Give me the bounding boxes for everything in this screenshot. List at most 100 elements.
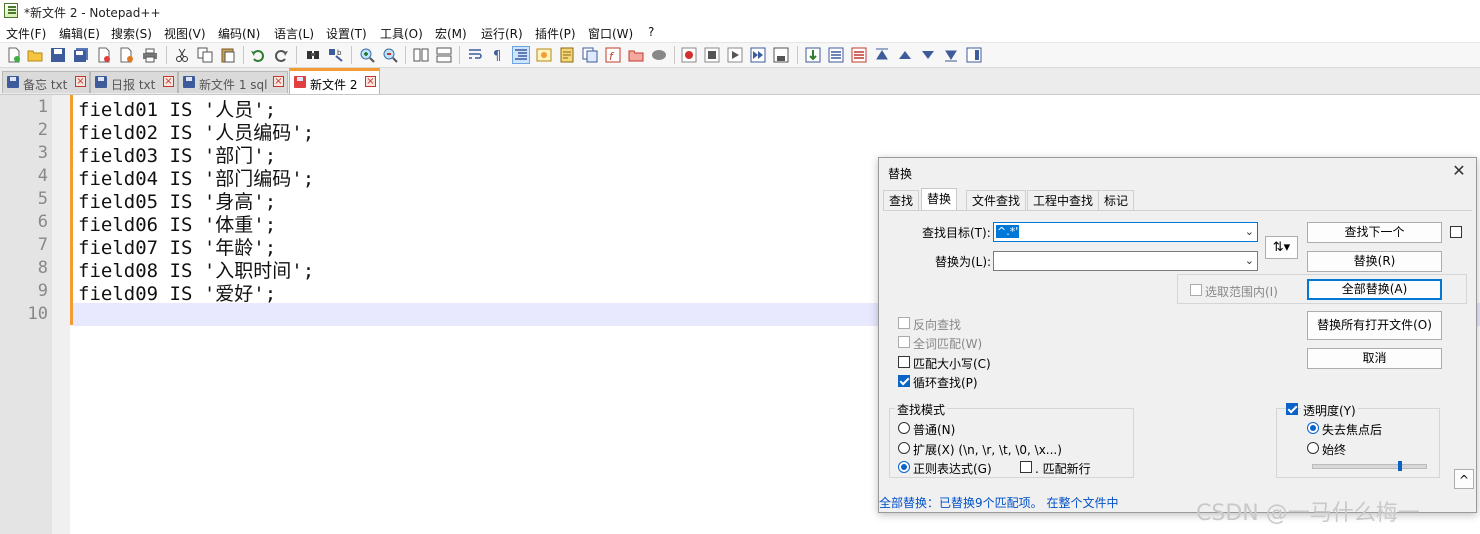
slider-thumb[interactable] [1398,461,1402,471]
close-icon[interactable]: × [365,76,376,87]
find-next-option-checkbox[interactable] [1450,226,1462,238]
tab-daily-report[interactable]: 日报 txt × [90,71,178,93]
whole-word-checkbox[interactable] [898,336,910,348]
menu-edit[interactable]: 编辑(E) [59,25,100,42]
menu-window[interactable]: 窗口(W) [588,25,633,42]
tab-new-file-1[interactable]: 新文件 1 sql × [178,71,288,93]
close-icon[interactable]: ✕ [1451,163,1467,179]
chevron-down-icon[interactable]: ⌄ [1245,254,1254,267]
open-file-icon[interactable] [27,47,43,63]
navigation-bar-icon[interactable] [966,47,982,63]
tab-replace[interactable]: 替换 [921,188,958,211]
mode-extended-radio[interactable] [898,442,910,454]
tab-memo[interactable]: 备忘 txt × [2,71,90,93]
zoom-in-icon[interactable] [359,47,375,63]
tab-find-in-files[interactable]: 文件查找 [966,190,1027,210]
record-macro-icon[interactable] [681,47,697,63]
save-all-icon[interactable] [73,47,89,63]
new-file-icon[interactable] [6,47,22,63]
tab-label: 备忘 txt [23,78,68,92]
clear-compare-icon[interactable] [851,47,867,63]
tab-new-file-2[interactable]: 新文件 2 × [289,68,380,94]
cut-icon[interactable] [174,47,190,63]
print-icon[interactable] [142,47,158,63]
wrap-around-checkbox[interactable] [898,375,910,387]
in-selection-checkbox[interactable] [1190,284,1202,296]
code-line[interactable]: field09 IS '爱好'; [78,279,276,306]
doc-list-icon[interactable] [582,47,598,63]
close-icon[interactable]: × [163,76,174,87]
transparency-always-label: 始终 [1322,443,1347,457]
menu-language[interactable]: 语言(L) [274,25,314,42]
svg-text:b: b [337,49,342,57]
indent-guide-icon[interactable] [512,46,530,64]
menu-plugins[interactable]: 插件(P) [535,25,576,42]
save-macro-icon[interactable] [773,47,789,63]
menu-run[interactable]: 运行(R) [481,25,523,42]
close-file-icon[interactable] [96,47,112,63]
menu-settings[interactable]: 设置(T) [326,25,367,42]
menu-view[interactable]: 视图(V) [164,25,206,42]
close-all-icon[interactable] [119,47,135,63]
swap-find-replace-button[interactable]: ⇅▾ [1265,236,1298,259]
show-all-chars-icon[interactable]: ¶ [490,47,506,63]
mode-normal-radio[interactable] [898,422,910,434]
replace-input[interactable]: ⌄ [993,251,1258,271]
collapse-dialog-button[interactable]: ^ [1454,469,1474,489]
compare-lines-icon[interactable] [828,47,844,63]
transparency-lose-focus-radio[interactable] [1307,422,1319,434]
save-icon[interactable] [50,47,66,63]
sync-horizontal-icon[interactable] [436,47,452,63]
transparency-slider[interactable] [1312,461,1427,471]
function-list-icon[interactable]: f [605,47,621,63]
prev-diff-icon[interactable] [897,47,913,63]
cancel-button[interactable]: 取消 [1307,348,1442,369]
lang-icon[interactable] [536,47,552,63]
find-icon[interactable] [305,47,321,63]
redo-icon[interactable] [273,47,289,63]
find-next-button[interactable]: 查找下一个 [1307,222,1442,243]
close-icon[interactable]: × [75,76,86,87]
replace-button[interactable]: 替换(R) [1307,251,1442,272]
menu-macro[interactable]: 宏(M) [435,25,467,42]
find-input[interactable]: ^.*' ⌄ [993,222,1258,242]
last-diff-icon[interactable] [943,47,959,63]
monitoring-icon[interactable] [651,47,667,63]
sync-vertical-icon[interactable] [413,47,429,63]
replace-icon[interactable]: b [328,47,344,63]
menu-file[interactable]: 文件(F) [6,25,46,42]
zoom-out-icon[interactable] [382,47,398,63]
run-macro-multiple-icon[interactable] [750,47,766,63]
mode-regex-radio[interactable] [898,461,910,473]
word-wrap-icon[interactable] [467,47,483,63]
tab-mark[interactable]: 标记 [1098,190,1135,210]
undo-icon[interactable] [250,47,266,63]
dot-matches-newline-checkbox[interactable] [1020,461,1032,473]
match-case-checkbox[interactable] [898,356,910,368]
replace-all-button[interactable]: 全部替换(A) [1307,279,1442,300]
tab-find-in-projects[interactable]: 工程中查找 [1027,190,1100,210]
menu-search[interactable]: 搜索(S) [111,25,152,42]
menu-tools[interactable]: 工具(O) [380,25,423,42]
stop-macro-icon[interactable] [704,47,720,63]
tab-find[interactable]: 查找 [883,190,920,210]
copy-icon[interactable] [197,47,213,63]
chevron-down-icon[interactable]: ⌄ [1245,225,1254,238]
next-diff-icon[interactable] [920,47,936,63]
replace-dialog: 替换 ✕ 查找 替换 文件查找 工程中查找 标记 查找目标(T): ^.*' ⌄… [878,157,1477,513]
backward-search-checkbox[interactable] [898,317,910,329]
doc-map-icon[interactable] [559,47,575,63]
menu-help[interactable]: ? [648,25,654,39]
transparency-always-radio[interactable] [1307,442,1319,454]
first-diff-icon[interactable] [874,47,890,63]
play-macro-icon[interactable] [727,47,743,63]
tab-label: 新文件 1 sql [199,78,268,92]
compare-icon[interactable] [805,47,821,63]
fold-margin[interactable] [52,95,70,534]
transparency-checkbox[interactable] [1286,403,1298,415]
paste-icon[interactable] [220,47,236,63]
folder-workspace-icon[interactable] [628,47,644,63]
close-icon[interactable]: × [273,76,284,87]
replace-all-open-docs-button[interactable]: 替换所有打开文件(O) [1307,311,1442,340]
menu-encoding[interactable]: 编码(N) [218,25,260,42]
